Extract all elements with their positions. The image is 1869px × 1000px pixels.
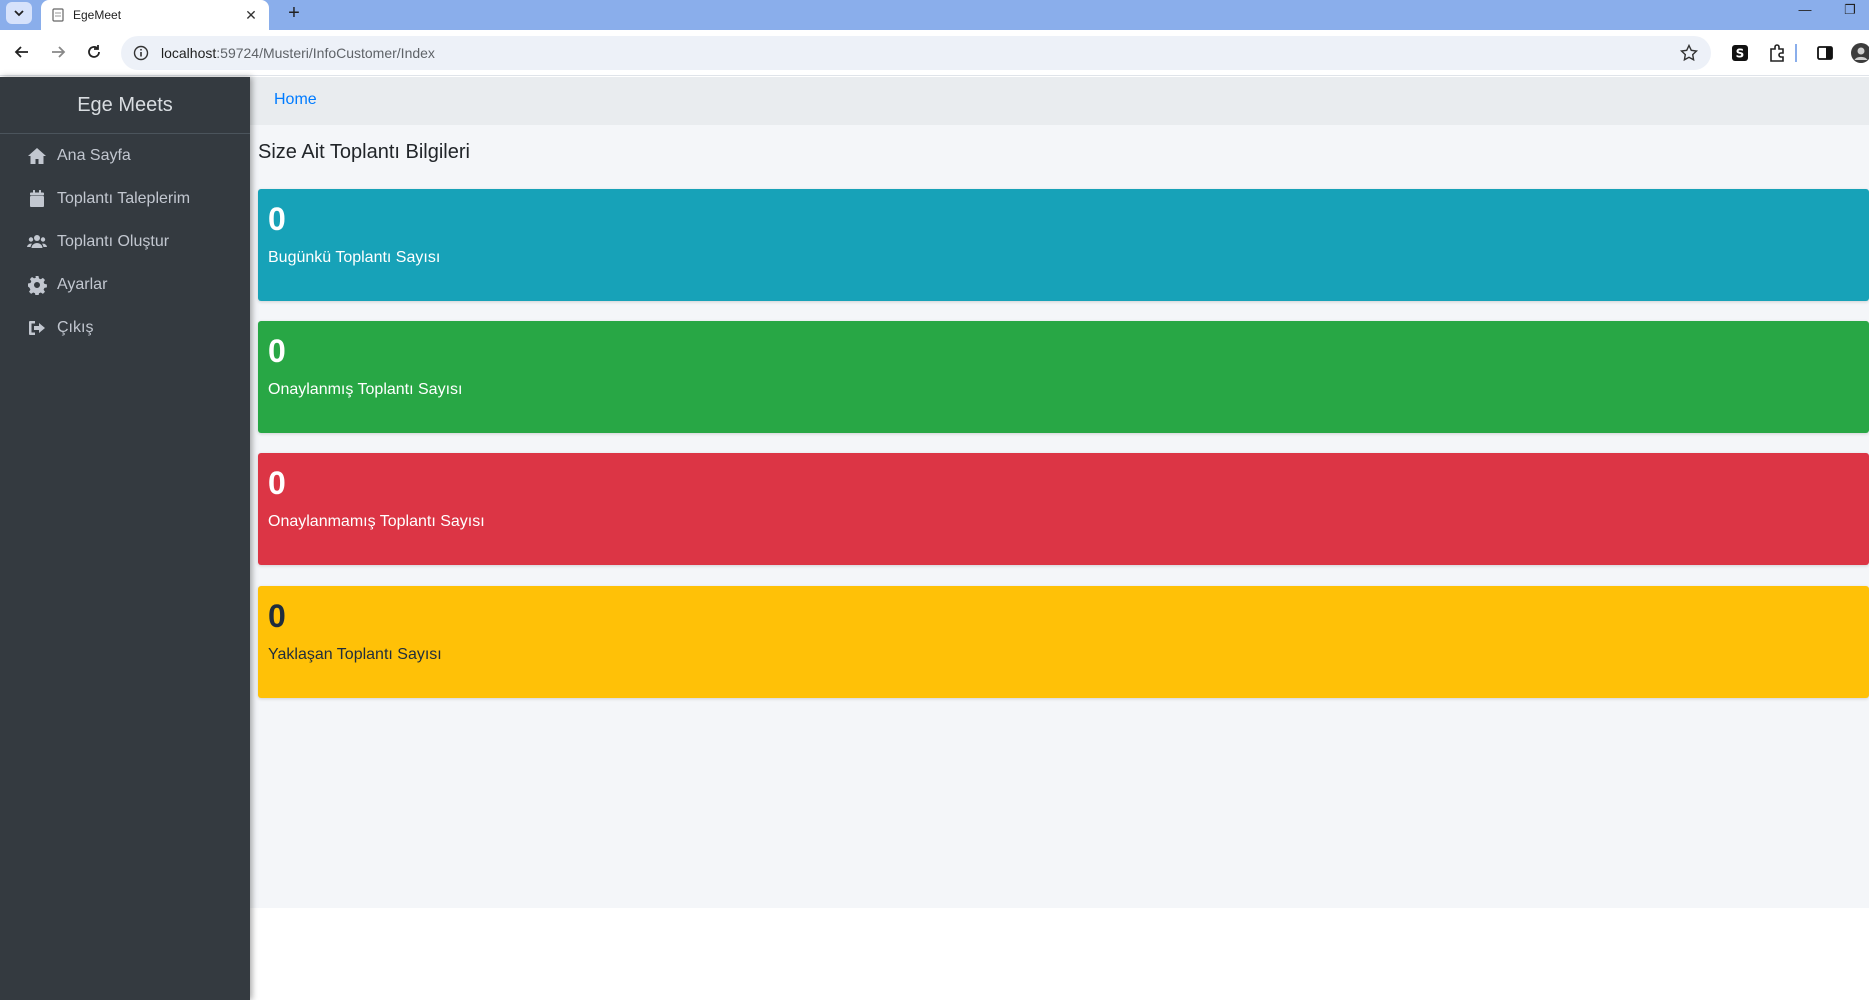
back-button[interactable] <box>9 39 35 65</box>
extension-s-icon[interactable]: S <box>1729 42 1751 64</box>
sidebar-item-toplanti-taleplerim[interactable]: Toplantı Taleplerim <box>0 177 250 220</box>
info-box-value: 0 <box>268 465 286 501</box>
sidebar: Ege Meets Ana Sayfa Toplantı Taleplerim … <box>0 77 250 1000</box>
arrow-left-icon <box>14 46 28 58</box>
info-box-unapproved-meetings: 0 Onaylanmamış Toplantı Sayısı <box>258 453 1869 565</box>
restore-button[interactable]: ❐ <box>1833 0 1867 24</box>
url-path: :59724/Musteri/InfoCustomer/Index <box>216 45 435 61</box>
page-title: Size Ait Toplantı Bilgileri <box>258 141 470 163</box>
sign-out-icon <box>29 320 45 335</box>
sidebar-item-ana-sayfa[interactable]: Ana Sayfa <box>0 134 250 177</box>
arrow-right-icon <box>52 46 66 58</box>
sidebar-item-ayarlar[interactable]: Ayarlar <box>0 263 250 306</box>
tab-search-button[interactable] <box>6 2 32 24</box>
info-box-todays-meetings: 0 Bugünkü Toplantı Sayısı <box>258 189 1869 301</box>
minimize-button[interactable]: — <box>1788 0 1822 24</box>
forward-button[interactable] <box>45 39 71 65</box>
info-box-upcoming-meetings: 0 Yaklaşan Toplantı Sayısı <box>258 586 1869 698</box>
page-icon <box>52 8 64 22</box>
info-box-value: 0 <box>268 598 286 634</box>
info-box-label: Onaylanmamış Toplantı Sayısı <box>268 513 485 530</box>
brand-title[interactable]: Ege Meets <box>0 77 250 134</box>
address-bar[interactable]: localhost:59724/Musteri/InfoCustomer/Ind… <box>121 36 1711 70</box>
info-box-label: Yaklaşan Toplantı Sayısı <box>268 646 442 663</box>
info-icon[interactable] <box>133 45 149 61</box>
info-box-approved-meetings: 0 Onaylanmış Toplantı Sayısı <box>258 321 1869 433</box>
browser-tabstrip: EgeMeet ✕ + — ❐ <box>0 0 1869 30</box>
sidebar-item-label: Ayarlar <box>57 275 108 293</box>
sidebar-item-label: Çıkış <box>57 318 94 336</box>
toolbar-divider <box>1795 44 1797 62</box>
sidebar-item-label: Toplantı Oluştur <box>57 232 170 250</box>
profile-avatar[interactable] <box>1850 42 1869 64</box>
tab-title: EgeMeet <box>73 8 122 22</box>
extensions-puzzle-icon[interactable] <box>1766 42 1788 64</box>
new-tab-button[interactable]: + <box>282 2 306 26</box>
sidebar-item-toplanti-olustur[interactable]: Toplantı Oluştur <box>0 220 250 263</box>
tab-close-button[interactable]: ✕ <box>243 7 259 24</box>
breadcrumb-home-link[interactable]: Home <box>274 91 317 109</box>
gear-icon <box>28 275 47 295</box>
sidebar-item-label: Ana Sayfa <box>57 146 131 164</box>
breadcrumb: Home <box>250 77 1869 125</box>
info-box-value: 0 <box>268 201 286 237</box>
svg-text:S: S <box>1736 47 1745 61</box>
users-icon <box>27 234 47 248</box>
browser-toolbar: localhost:59724/Musteri/InfoCustomer/Ind… <box>0 30 1869 76</box>
browser-tab[interactable]: EgeMeet ✕ <box>41 0 269 30</box>
home-icon <box>28 147 46 164</box>
info-box-value: 0 <box>268 333 286 369</box>
main-content: Home Size Ait Toplantı Bilgileri 0 Bugün… <box>250 77 1869 908</box>
sidebar-item-label: Toplantı Taleplerim <box>57 189 191 207</box>
sidebar-item-cikis[interactable]: Çıkış <box>0 306 250 349</box>
reload-icon <box>88 45 100 58</box>
chevron-down-icon <box>14 10 24 17</box>
calendar-icon <box>30 189 44 207</box>
bookmark-star-icon[interactable] <box>1679 43 1699 63</box>
url-text: localhost:59724/Musteri/InfoCustomer/Ind… <box>161 45 1679 61</box>
info-box-label: Onaylanmış Toplantı Sayısı <box>268 381 463 398</box>
url-host: localhost <box>161 45 217 61</box>
side-panel-icon[interactable] <box>1814 42 1836 64</box>
reload-button[interactable] <box>81 39 107 65</box>
info-box-label: Bugünkü Toplantı Sayısı <box>268 249 441 266</box>
